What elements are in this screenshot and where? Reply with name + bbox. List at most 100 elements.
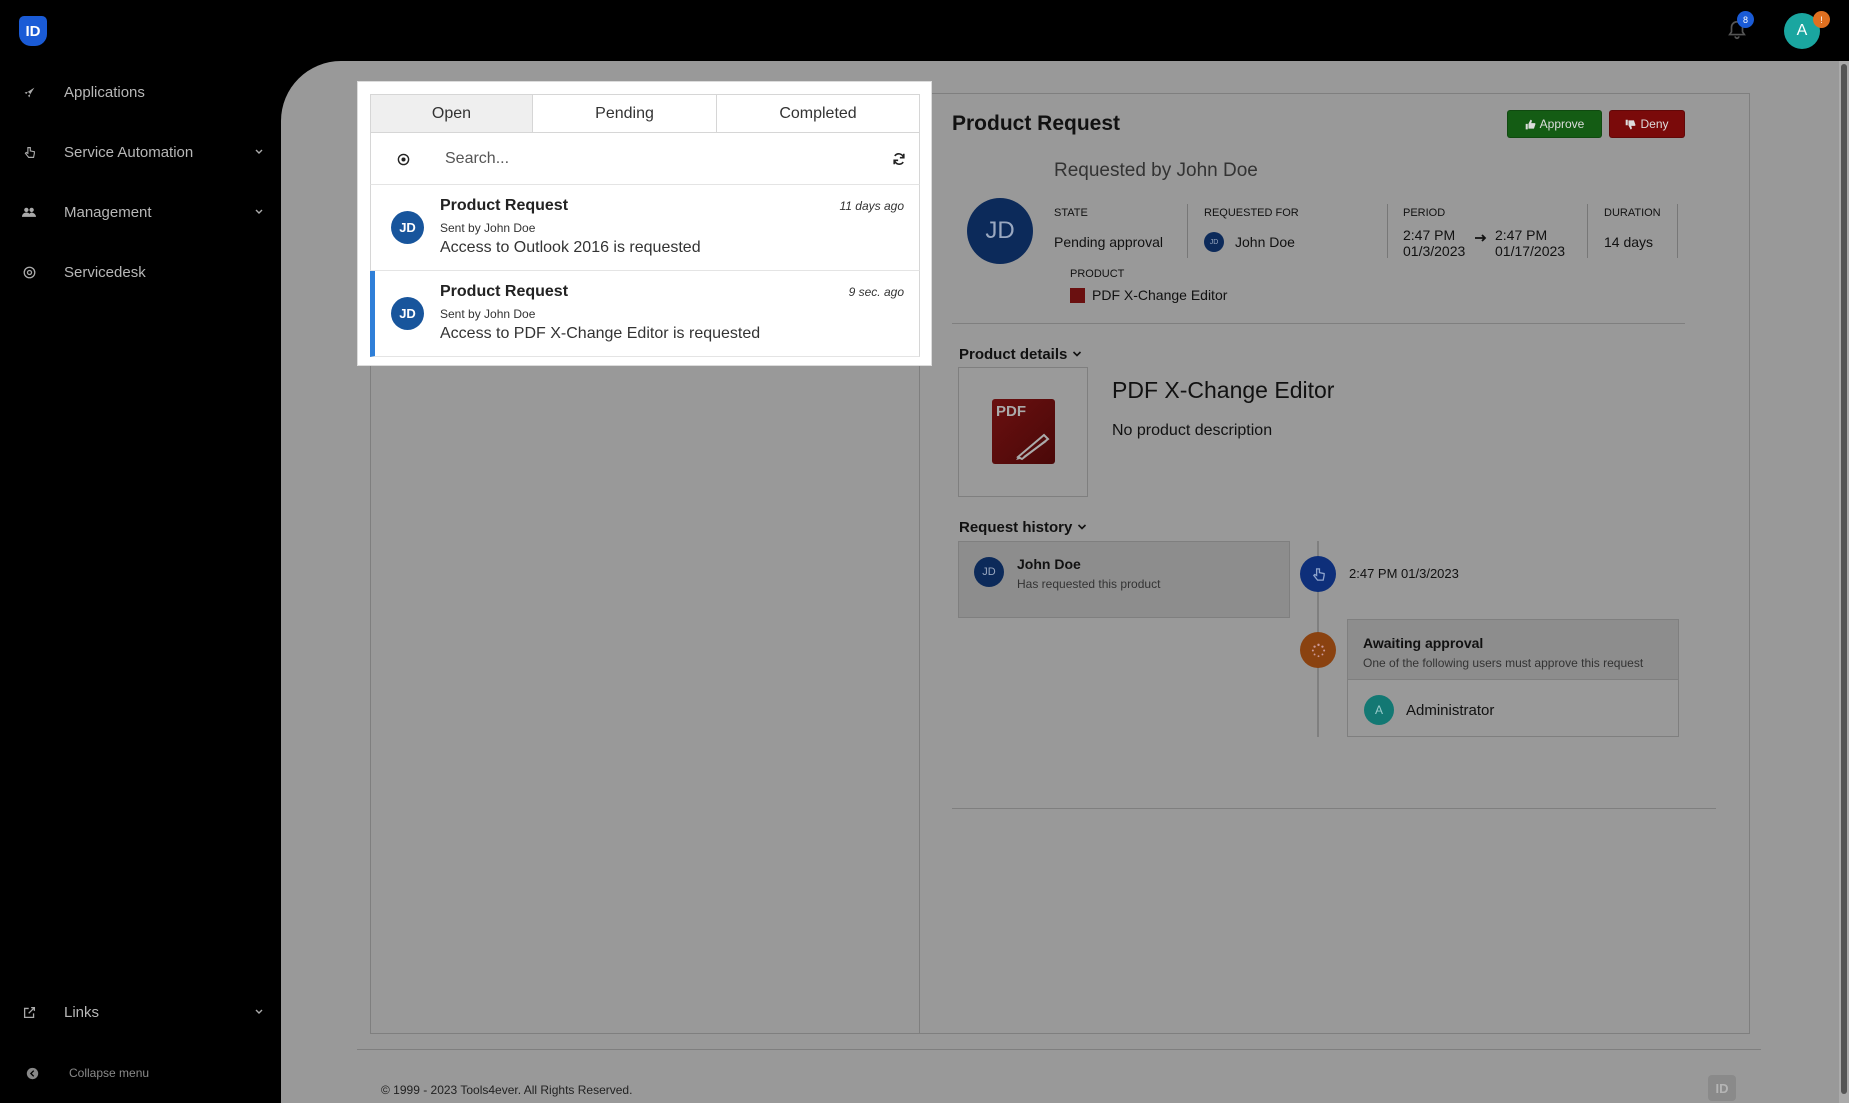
refresh-icon[interactable]: [892, 152, 906, 166]
history-entry: JD John Doe Has requested this product: [958, 541, 1290, 618]
external-link-icon: [22, 1005, 36, 1019]
sidebar-item-service-automation[interactable]: Service Automation: [0, 132, 280, 172]
info-separator: [1677, 204, 1678, 258]
sidebar-item-servicedesk[interactable]: Servicedesk: [0, 252, 280, 292]
requested-for-avatar: JD: [1204, 232, 1224, 252]
arrow-right-icon: [1475, 234, 1487, 242]
thumbs-up-icon: [1525, 119, 1536, 129]
request-list-item-selected[interactable]: JD Product Request Sent by John Doe Acce…: [370, 271, 920, 357]
period-end-date: 01/17/2023: [1495, 243, 1566, 259]
pdf-xchange-logo: PDF: [992, 399, 1055, 464]
chevron-down-icon: [1072, 351, 1081, 357]
request-avatar: JD: [391, 211, 424, 244]
user-alert-badge: !: [1813, 11, 1830, 28]
chevron-down-icon: [253, 1006, 265, 1018]
awaiting-approval-title: Awaiting approval: [1363, 635, 1484, 651]
period-end-time: 2:47 PM: [1495, 227, 1548, 243]
info-separator: [1187, 204, 1188, 258]
sidebar-item-management[interactable]: Management: [0, 192, 280, 232]
requested-by-text: Requested by John Doe: [1054, 160, 1258, 181]
section-divider: [952, 323, 1685, 324]
request-history-heading: Request history: [959, 519, 1073, 536]
history-action: Has requested this product: [1017, 577, 1161, 591]
target-filter-icon[interactable]: [397, 153, 410, 166]
history-time: 2:47 PM 01/3/2023: [1349, 566, 1459, 581]
section-divider: [952, 808, 1716, 809]
product-image-card: PDF: [958, 367, 1088, 497]
chevron-down-icon: [1077, 524, 1086, 530]
requested-for-label: REQUESTED FOR: [1204, 207, 1299, 219]
footer-logo: ID: [1708, 1075, 1736, 1101]
tab-completed[interactable]: Completed: [717, 95, 919, 132]
approve-label: Approve: [1539, 117, 1585, 131]
timeline-pending-marker: [1300, 632, 1336, 668]
thumbs-down-icon: [1626, 119, 1636, 129]
request-description: Access to PDF X-Change Editor is request…: [440, 325, 761, 342]
tab-open[interactable]: Open: [371, 95, 533, 132]
request-time: 11 days ago: [839, 199, 905, 213]
notification-badge: 8: [1737, 11, 1754, 28]
pdf-product-icon: [1070, 288, 1085, 303]
history-avatar: JD: [974, 557, 1004, 587]
top-bar: ID 8 A !: [0, 0, 1849, 61]
approver-name: Administrator: [1406, 702, 1495, 719]
duration-value: 14 days: [1604, 234, 1654, 250]
sidebar-item-applications[interactable]: Applications: [0, 72, 280, 112]
request-time: 9 sec. ago: [848, 285, 904, 299]
info-separator: [1387, 204, 1388, 258]
request-list-panel: Open Pending Completed JD Product Reques…: [357, 81, 932, 366]
tab-pending[interactable]: Pending: [533, 95, 717, 132]
sidebar-item-label: Links: [64, 1003, 100, 1021]
spinner-icon: [1311, 643, 1325, 657]
timeline-request-marker: [1300, 556, 1336, 592]
rocket-icon: [22, 85, 36, 99]
period-start-date: 01/3/2023: [1403, 243, 1466, 259]
chevron-down-icon: [253, 146, 265, 158]
sidebar-item-label: Service Automation: [64, 143, 194, 161]
duration-label: DURATION: [1604, 207, 1661, 219]
period-start-time: 2:47 PM: [1403, 227, 1456, 243]
product-description: No product description: [1112, 422, 1273, 439]
detail-title: Product Request: [952, 112, 1121, 135]
search-bar: [370, 133, 920, 185]
request-description: Access to Outlook 2016 is requested: [440, 239, 701, 256]
request-list-item[interactable]: JD Product Request Sent by John Doe Acce…: [370, 185, 920, 271]
sidebar-item-label: Servicedesk: [64, 263, 146, 281]
scrollbar-thumb[interactable]: [1841, 64, 1847, 1094]
request-avatar: JD: [391, 297, 424, 330]
approve-button[interactable]: Approve: [1507, 110, 1602, 138]
pdf-logo-text: PDF: [996, 403, 1026, 420]
awaiting-approval-header: Awaiting approval One of the following u…: [1348, 620, 1678, 680]
awaiting-approval-subtitle: One of the following users must approve …: [1363, 656, 1644, 670]
collapse-menu-button[interactable]: Collapse menu: [0, 1053, 280, 1093]
approver-avatar: A: [1364, 695, 1394, 725]
chevron-left-circle-icon: [25, 1066, 39, 1080]
history-user-name: John Doe: [1017, 556, 1081, 572]
state-value: Pending approval: [1054, 234, 1163, 250]
app-logo[interactable]: ID: [19, 16, 47, 46]
request-title: Product Request: [440, 197, 569, 214]
footer-divider: [357, 1049, 1761, 1050]
chevron-down-icon: [253, 206, 265, 218]
awaiting-approval-card: Awaiting approval One of the following u…: [1347, 619, 1679, 737]
deny-button[interactable]: Deny: [1609, 110, 1685, 138]
requester-avatar: JD: [967, 198, 1033, 264]
state-label: STATE: [1054, 207, 1088, 219]
product-value: PDF X-Change Editor: [1092, 287, 1228, 303]
sidebar-item-links[interactable]: Links: [0, 992, 280, 1032]
collapse-menu-label: Collapse menu: [69, 1066, 150, 1080]
request-tabs: Open Pending Completed: [370, 94, 920, 133]
copyright-text: © 1999 - 2023 Tools4ever. All Rights Res…: [381, 1083, 633, 1097]
product-name: PDF X-Change Editor: [1112, 377, 1335, 403]
product-details-heading: Product details: [959, 346, 1068, 363]
search-input[interactable]: [445, 146, 825, 172]
sidebar-item-label: Management: [64, 203, 152, 221]
period-label: PERIOD: [1403, 207, 1446, 219]
hand-pointer-icon: [22, 145, 36, 159]
request-title: Product Request: [440, 283, 569, 300]
request-history-toggle[interactable]: Request history: [959, 519, 1087, 536]
lifebuoy-icon: [22, 265, 36, 279]
users-icon: [22, 205, 36, 219]
product-details-toggle[interactable]: Product details: [959, 346, 1082, 363]
product-label: PRODUCT: [1070, 268, 1125, 280]
